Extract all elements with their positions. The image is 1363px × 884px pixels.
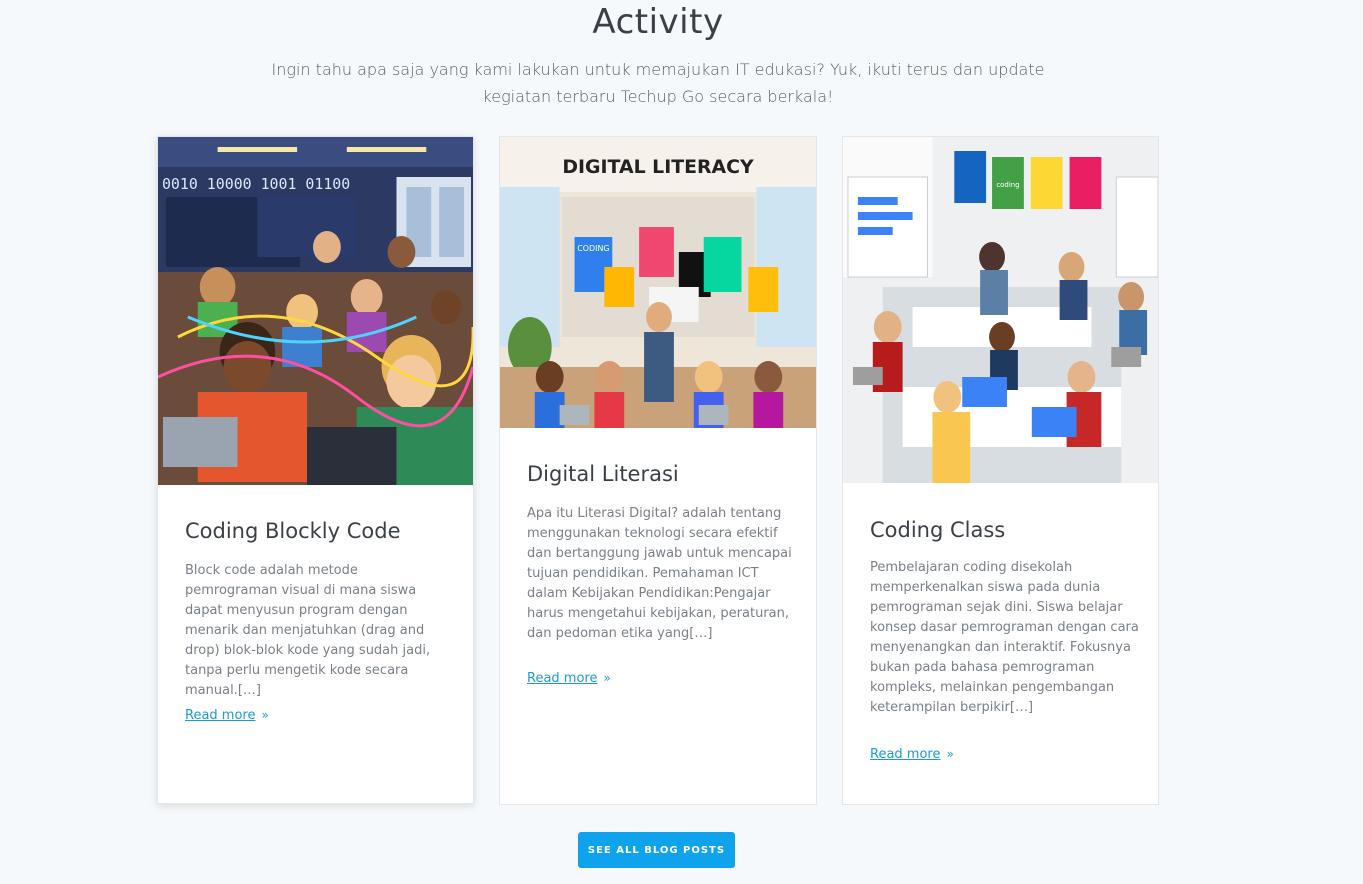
post-title[interactable]: Digital Literasi [527,462,679,486]
post-thumbnail[interactable]: 0010 10000 1001 01100 [158,137,473,485]
poster-caption: CODING [577,244,609,253]
section-subtitle: Ingin tahu apa saja yang kami lakukan un… [271,60,1045,106]
post-excerpt: Pembelajaran coding disekolah memperkena… [870,560,1139,715]
post-excerpt: Block code adalah metode pemrograman vis… [185,563,431,698]
read-more-link[interactable]: Read more » [185,708,269,723]
blog-card: 0010 10000 1001 01100 Coding Blockly Cod… [157,136,474,804]
post-thumbnail[interactable]: DIGITAL LITERACY CODING [500,137,816,428]
read-more-label: Read more [870,747,941,762]
image-caption: 0010 10000 1001 01100 [162,175,350,193]
image-caption: DIGITAL LITERACY [562,156,754,178]
blog-card: coding Coding Class Pembelajaran coding … [842,136,1159,805]
read-more-label: Read more [185,708,256,723]
post-title[interactable]: Coding Class [870,518,1005,542]
post-thumbnail[interactable]: coding [843,137,1158,483]
see-all-posts-button[interactable]: SEE ALL BLOG POSTS [578,832,735,868]
blog-card: DIGITAL LITERACY CODING Digital Literasi… [499,136,817,805]
post-title[interactable]: Coding Blockly Code [185,519,401,543]
read-more-link[interactable]: Read more » [527,671,611,686]
chevron-double-right-icon: » [261,708,269,722]
image-caption: coding [996,181,1019,189]
read-more-label: Read more [527,671,598,686]
chevron-double-right-icon: » [603,671,611,685]
read-more-link[interactable]: Read more » [870,747,954,762]
section-title: Activity [592,2,724,42]
chevron-double-right-icon: » [946,747,954,761]
post-excerpt: Apa itu Literasi Digital? adalah tentang… [527,506,792,641]
